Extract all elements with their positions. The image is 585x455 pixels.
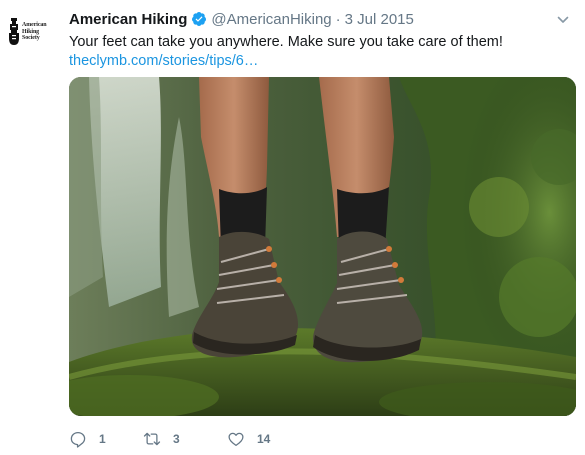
like-button[interactable]: 14 [227,430,287,448]
avatar[interactable]: American Hiking Society [8,14,56,62]
tweet-card[interactable]: American Hiking Society American Hiking … [0,0,585,455]
chevron-down-icon[interactable] [557,14,569,26]
tweet-header: American Hiking @AmericanHiking · 3 Jul … [69,9,414,29]
separator-dot: · [335,10,341,28]
tweet-date[interactable]: 3 Jul 2015 [345,11,414,28]
reply-count: 1 [99,432,106,446]
reply-icon [70,431,86,448]
heart-icon [228,432,244,447]
boot-logo-icon [9,18,19,45]
like-count: 14 [257,432,271,446]
author-handle[interactable]: @AmericanHiking [211,11,331,28]
retweet-count: 3 [173,432,180,446]
tweet-photo[interactable] [69,77,576,416]
tweet-text: Your feet can take you anywhere. Make su… [69,34,503,50]
author-name[interactable]: American Hiking [69,11,187,28]
hiking-boots-photo [69,77,576,416]
action-bar: 1 3 14 [69,428,287,450]
avatar-line-1: American [22,22,47,28]
avatar-line-3: Society [22,35,40,41]
retweet-button[interactable]: 3 [143,430,227,448]
avatar-org-name: American Hiking Society [22,22,47,42]
reply-button[interactable]: 1 [69,430,143,448]
verified-badge-icon [192,12,207,26]
tweet-link[interactable]: theclymb.com/stories/tips/6… [69,51,258,71]
retweet-icon [143,432,161,446]
